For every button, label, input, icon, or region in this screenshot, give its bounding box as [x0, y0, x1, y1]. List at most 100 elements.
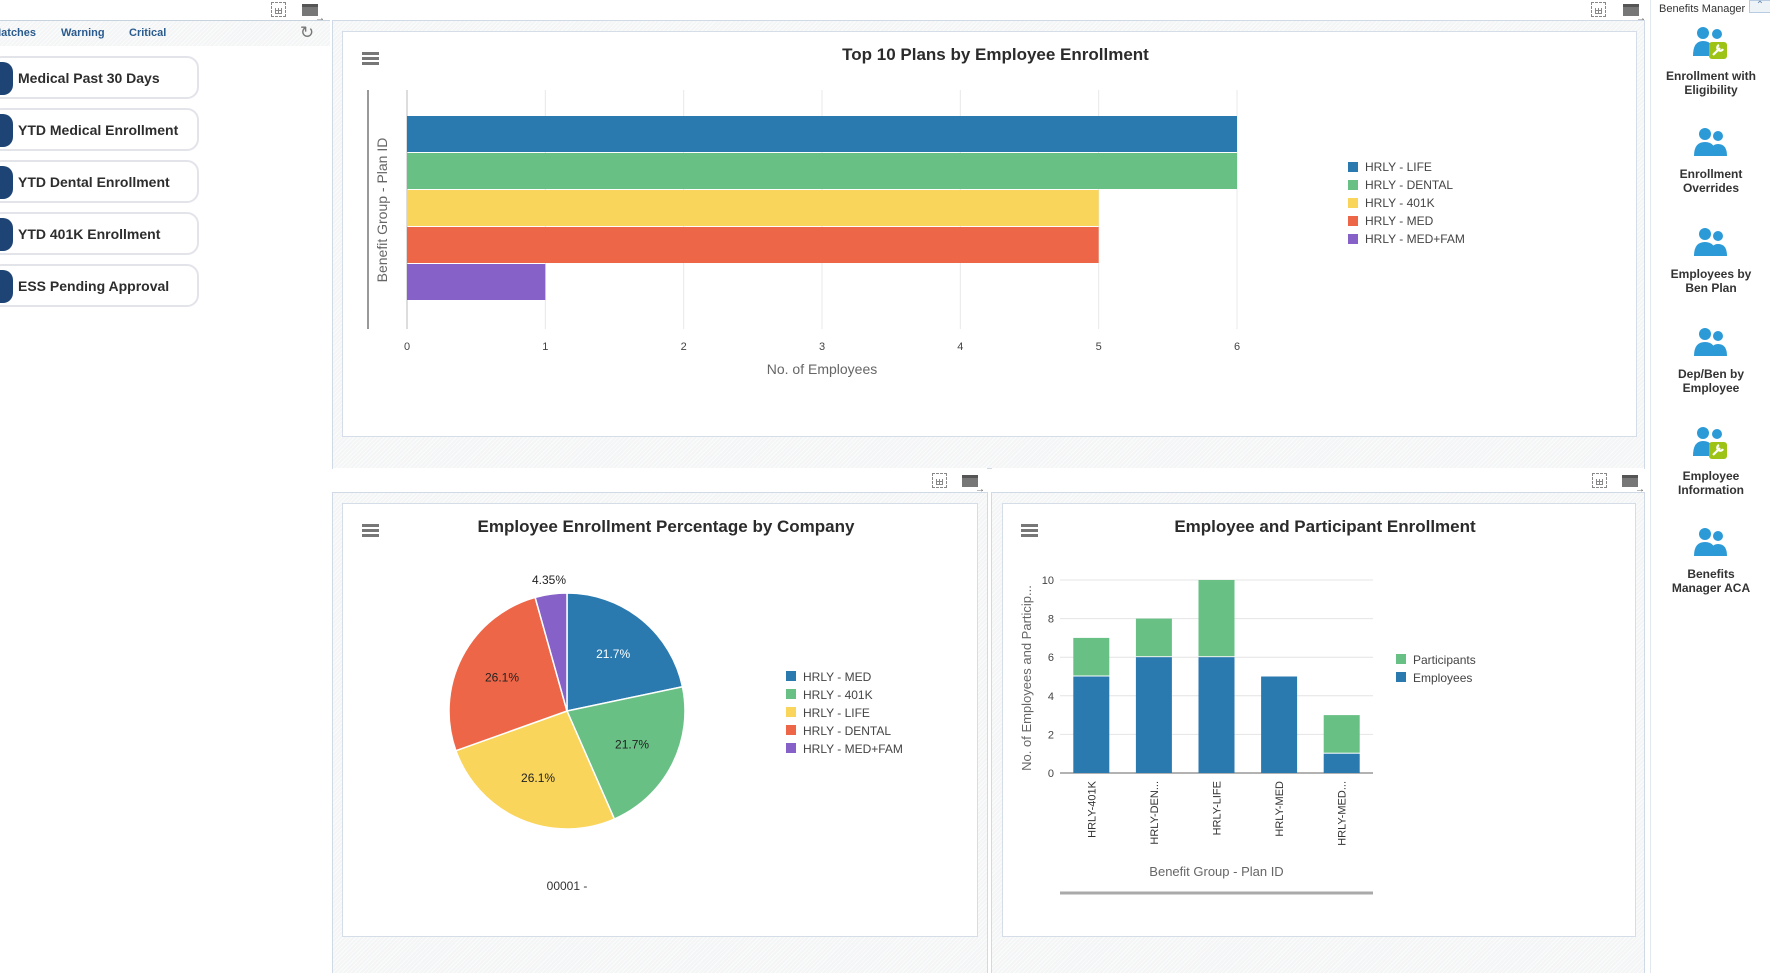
bar-employees	[1323, 753, 1360, 773]
right-sidebar: Benefits Manager ⌃ Enrollment with Eligib…	[1650, 0, 1770, 973]
kpi-ess-pending-approval[interactable]: ESS Pending Approval	[0, 264, 199, 307]
x-axis-label: Benefit Group - Plan ID	[1149, 864, 1283, 879]
label-line: Ben Plan	[1685, 281, 1737, 295]
kpi-indicator	[0, 270, 13, 303]
kpi-ytd-dental-enrollment[interactable]: YTD Dental Enrollment	[0, 160, 199, 203]
x-tick-label: HRLY-MED...	[1337, 781, 1349, 846]
pie-chart: 21.7% 21.7% 26.1% 26.1% 4.35% 00001 - HRLY - M…	[448, 573, 903, 893]
x-tick-label: HRLY-LIFE	[1212, 781, 1224, 835]
export-icon[interactable]	[962, 475, 985, 495]
filter-tabs: Matches Warning Critical ↻	[0, 20, 330, 46]
label-line: Manager ACA	[1671, 581, 1751, 595]
users-icon	[1651, 226, 1770, 258]
legend-swatch	[1348, 216, 1358, 226]
legend-label: HRLY - 401K	[1365, 196, 1435, 210]
bar-employees	[1073, 676, 1110, 773]
legend-swatch	[786, 743, 796, 753]
collapse-up-button[interactable]: ⌃	[1749, 0, 1770, 13]
legend-label: HRLY - MED	[1365, 214, 1434, 228]
bar-hrly-med-fam	[407, 264, 546, 300]
expand-icon[interactable]	[1592, 473, 1607, 488]
bar-participants	[1135, 618, 1172, 657]
kpi-label: YTD 401K Enrollment	[18, 226, 161, 242]
sidebar-item-label: Enrollment with Eligibility	[1651, 69, 1770, 97]
legend-label: HRLY - MED+FAM	[803, 742, 903, 756]
kpi-ytd-401k-enrollment[interactable]: YTD 401K Enrollment	[0, 212, 199, 255]
legend-label: HRLY - MED	[803, 670, 872, 684]
kpi-label: YTD Dental Enrollment	[18, 174, 170, 190]
refresh-icon[interactable]: ↻	[298, 24, 316, 42]
legend-swatch	[786, 671, 796, 681]
y-tick-label: 6	[1048, 652, 1054, 664]
sidebar-item-enrollment-with-eligibility[interactable]: Enrollment with Eligibility	[1651, 26, 1770, 116]
x-tick-label: 0	[404, 341, 410, 353]
x-tick-label: HRLY-DEN...	[1149, 781, 1161, 845]
pie-chart-card: Employee Enrollment Percentage by Compan…	[342, 503, 978, 937]
kpi-label: Medical Past 30 Days	[18, 70, 160, 86]
bar-employees	[1198, 657, 1235, 773]
bar-participants	[1073, 637, 1110, 676]
pie-data-label: 4.35%	[532, 573, 566, 587]
top-chart-card: Top 10 Plans by Employee Enrollment 0123…	[342, 31, 1637, 437]
bar-participants	[1323, 715, 1360, 753]
users-icon	[1651, 126, 1770, 158]
x-tick-label: HRLY-MED	[1274, 781, 1286, 837]
tab-critical[interactable]: Critical	[129, 27, 166, 39]
pie-data-label: 21.7%	[596, 647, 630, 661]
x-tick-label: 5	[1096, 341, 1102, 353]
bar-hrly-dental	[407, 153, 1237, 189]
sidebar-item-enrollment-overrides[interactable]: Enrollment Overrides	[1651, 126, 1770, 216]
pie-data-label: 26.1%	[485, 670, 519, 684]
legend-label: HRLY - LIFE	[803, 706, 870, 720]
legend-label: HRLY - LIFE	[1365, 160, 1432, 174]
export-icon[interactable]	[302, 4, 325, 24]
sidebar-item-label: Dep/Ben by Employee	[1651, 367, 1770, 395]
kpi-ytd-medical-enrollment[interactable]: YTD Medical Enrollment	[0, 108, 199, 151]
legend-label: HRLY - MED+FAM	[1365, 232, 1465, 246]
bar-hrly-life	[407, 116, 1237, 152]
legend-label: HRLY - DENTAL	[1365, 178, 1453, 192]
x-tick-label: 1	[542, 341, 548, 353]
y-tick-label: 8	[1048, 614, 1054, 626]
sidebar-item-employee-information[interactable]: Employee Information	[1651, 426, 1770, 516]
label-line: Eligibility	[1684, 83, 1738, 97]
kpi-label: YTD Medical Enrollment	[18, 122, 179, 138]
label-line: Overrides	[1682, 181, 1740, 195]
label-line: Employee	[1682, 381, 1740, 395]
legend-swatch	[1348, 180, 1358, 190]
legend-swatch	[1348, 198, 1358, 208]
sidebar-item-employees-by-ben-plan[interactable]: Employees by Ben Plan	[1651, 226, 1770, 316]
x-tick-label: HRLY-401K	[1086, 780, 1098, 838]
bar-hrly-med	[407, 227, 1099, 263]
sidebar-item-benefits-manager-aca[interactable]: Benefits Manager ACA	[1651, 526, 1770, 616]
y-axis-label: Benefit Group - Plan ID	[374, 138, 390, 283]
legend-label: Participants	[1413, 653, 1476, 667]
expand-icon[interactable]	[932, 473, 947, 488]
label-line: Information	[1678, 483, 1744, 497]
export-icon[interactable]	[1623, 4, 1646, 24]
legend-swatch	[786, 689, 796, 699]
user-wrench-icon	[1651, 26, 1770, 60]
sidebar-item-dep-ben-by-employee[interactable]: Dep/Ben by Employee	[1651, 326, 1770, 416]
tab-warning[interactable]: Warning	[61, 27, 105, 39]
kpi-medical-past-30-days[interactable]: Medical Past 30 Days	[0, 56, 199, 99]
legend-swatch	[1396, 654, 1406, 664]
pie-data-label: 21.7%	[615, 737, 649, 751]
kpi-indicator	[0, 62, 13, 95]
legend-swatch	[1348, 162, 1358, 172]
y-tick-label: 2	[1048, 729, 1054, 741]
users-icon	[1651, 326, 1770, 358]
export-icon[interactable]	[1622, 475, 1645, 495]
pie-data-label: 26.1%	[521, 771, 555, 785]
y-tick-label: 10	[1042, 575, 1054, 587]
expand-icon[interactable]	[271, 2, 286, 17]
users-icon	[1651, 526, 1770, 558]
tab-matches[interactable]: Matches	[0, 27, 36, 39]
expand-icon[interactable]	[1591, 2, 1606, 17]
label-line: Benefits	[1687, 567, 1735, 581]
legend-swatch	[786, 707, 796, 717]
x-tick-label: 2	[681, 341, 687, 353]
label-line: Enrollment with	[1666, 69, 1756, 83]
label-line: Employees by	[1670, 267, 1752, 281]
sidebar-item-label: Employee Information	[1651, 469, 1770, 497]
